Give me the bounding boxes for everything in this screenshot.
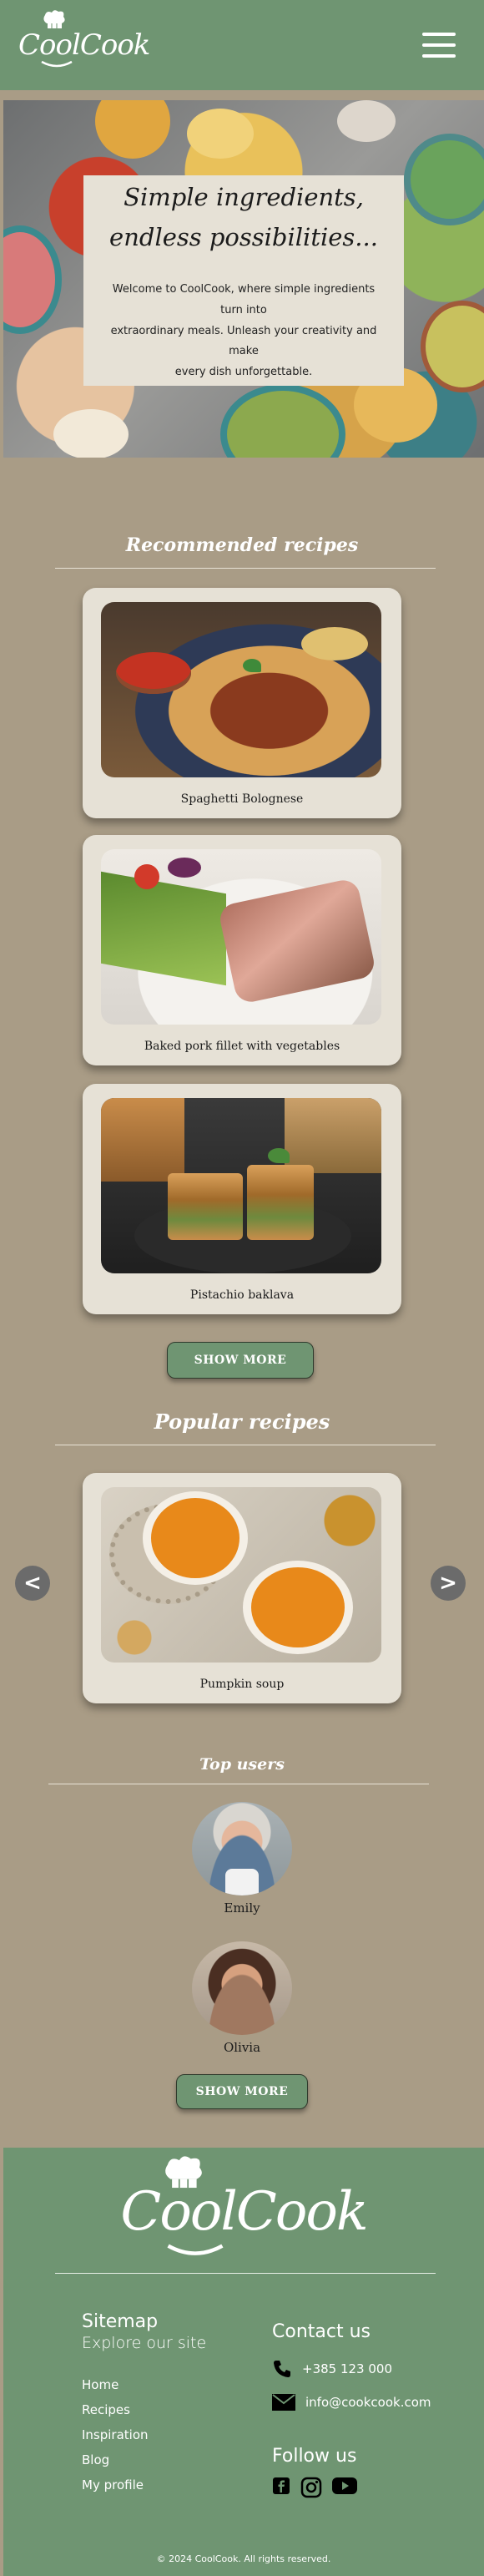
social-links xyxy=(272,2477,464,2498)
footer-logo-text: CoolCook xyxy=(120,2181,368,2243)
user-avatar[interactable] xyxy=(192,1941,292,2035)
user-card-emily[interactable]: Emily xyxy=(0,1802,484,1916)
sitemap-subtitle: Explore our site xyxy=(82,2334,207,2352)
user-avatar[interactable] xyxy=(192,1802,292,1895)
footer-link-blog[interactable]: Blog xyxy=(82,2452,240,2467)
footer-logo[interactable]: CoolCook xyxy=(3,2156,484,2255)
hero-title: Simple ingredients, endless possibilitie… xyxy=(109,178,378,258)
youtube-icon[interactable] xyxy=(332,2477,357,2495)
page: CoolCook Simple ingredients, endless pos… xyxy=(0,0,484,2576)
instagram-icon[interactable] xyxy=(300,2477,322,2498)
carousel-next-button[interactable]: > xyxy=(431,1566,466,1601)
footer-divider xyxy=(55,2273,436,2274)
top-users-show-more-button[interactable]: SHOW MORE xyxy=(176,2074,308,2109)
recipe-name: Pumpkin soup xyxy=(199,1678,285,1691)
recommended-title: Recommended recipes xyxy=(125,534,359,556)
contact-phone[interactable]: +385 123 000 xyxy=(272,2359,464,2379)
hamburger-menu-icon[interactable] xyxy=(422,33,456,58)
logo-smile-icon xyxy=(41,60,73,68)
footer-link-inspiration[interactable]: Inspiration xyxy=(82,2427,240,2442)
logo-smile-icon xyxy=(167,2244,224,2255)
recipe-card-pumpkin-soup[interactable]: Pumpkin soup xyxy=(83,1473,401,1703)
chef-hat-icon xyxy=(43,10,65,28)
carousel-prev-button[interactable]: < xyxy=(15,1566,50,1601)
recipe-card-baklava[interactable]: Pistachio baklava xyxy=(83,1084,401,1314)
follow-title: Follow us xyxy=(272,2446,357,2467)
user-card-olivia[interactable]: Olivia xyxy=(0,1941,484,2055)
hero-title-line1: Simple ingredients, xyxy=(124,183,364,212)
mail-icon xyxy=(272,2394,295,2411)
recipe-name: Baked pork fillet with vegetables xyxy=(144,1040,340,1053)
popular-title: Popular recipes xyxy=(154,1409,330,1434)
footer-link-recipes[interactable]: Recipes xyxy=(82,2402,240,2417)
footer-link-my-profile[interactable]: My profile xyxy=(82,2477,240,2492)
footer-contact: Contact us +385 123 000 info@cookcook.co… xyxy=(272,2321,464,2498)
chef-hat-icon xyxy=(165,2156,203,2189)
recipe-image-baklava xyxy=(101,1098,381,1273)
top-users-title: Top users xyxy=(199,1755,285,1774)
recipe-image-spaghetti xyxy=(101,602,381,777)
recipe-card-pork[interactable]: Baked pork fillet with vegetables xyxy=(83,835,401,1065)
recipe-image-pork xyxy=(101,849,381,1025)
footer-sitemap: Sitemap Explore our site Home Recipes In… xyxy=(82,2311,240,2492)
contact-email[interactable]: info@cookcook.com xyxy=(272,2394,464,2411)
header-logo[interactable]: CoolCook xyxy=(18,10,150,68)
copyright: © 2024 CoolCook. All rights reserved. xyxy=(156,2553,331,2564)
facebook-icon[interactable] xyxy=(272,2477,290,2495)
recommended-show-more-button[interactable]: SHOW MORE xyxy=(167,1342,314,1379)
site-header: CoolCook xyxy=(0,0,484,90)
hero-banner: Simple ingredients, endless possibilitie… xyxy=(3,100,484,458)
recommended-divider xyxy=(55,568,436,569)
recipe-image-pumpkin-soup xyxy=(101,1487,381,1663)
contact-phone-text: +385 123 000 xyxy=(302,2361,392,2376)
recipe-name: Spaghetti Bolognese xyxy=(180,792,304,806)
hero-text: Welcome to CoolCook, where simple ingred… xyxy=(103,280,384,382)
hero-card: Simple ingredients, endless possibilitie… xyxy=(83,175,404,386)
logo-text: CoolCook xyxy=(18,28,150,62)
contact-title: Contact us xyxy=(272,2321,371,2342)
hero-title-line2: endless possibilities... xyxy=(109,223,378,252)
user-name: Olivia xyxy=(223,2040,261,2055)
hero-text-line3: every dish unforgettable. xyxy=(174,365,313,378)
site-footer: CoolCook Sitemap Explore our site Home R… xyxy=(3,2148,484,2576)
recipe-name: Pistachio baklava xyxy=(189,1288,295,1302)
contact-email-text: info@cookcook.com xyxy=(305,2395,431,2410)
recipe-card-spaghetti[interactable]: Spaghetti Bolognese xyxy=(83,588,401,818)
phone-icon xyxy=(274,2361,290,2377)
hero-text-line1: Welcome to CoolCook, where simple ingred… xyxy=(112,283,376,316)
user-name: Emily xyxy=(224,1900,260,1916)
hero-text-line2: extraordinary meals. Unleash your creati… xyxy=(110,324,377,358)
footer-link-home[interactable]: Home xyxy=(82,2377,240,2392)
sitemap-title: Sitemap xyxy=(82,2311,159,2332)
